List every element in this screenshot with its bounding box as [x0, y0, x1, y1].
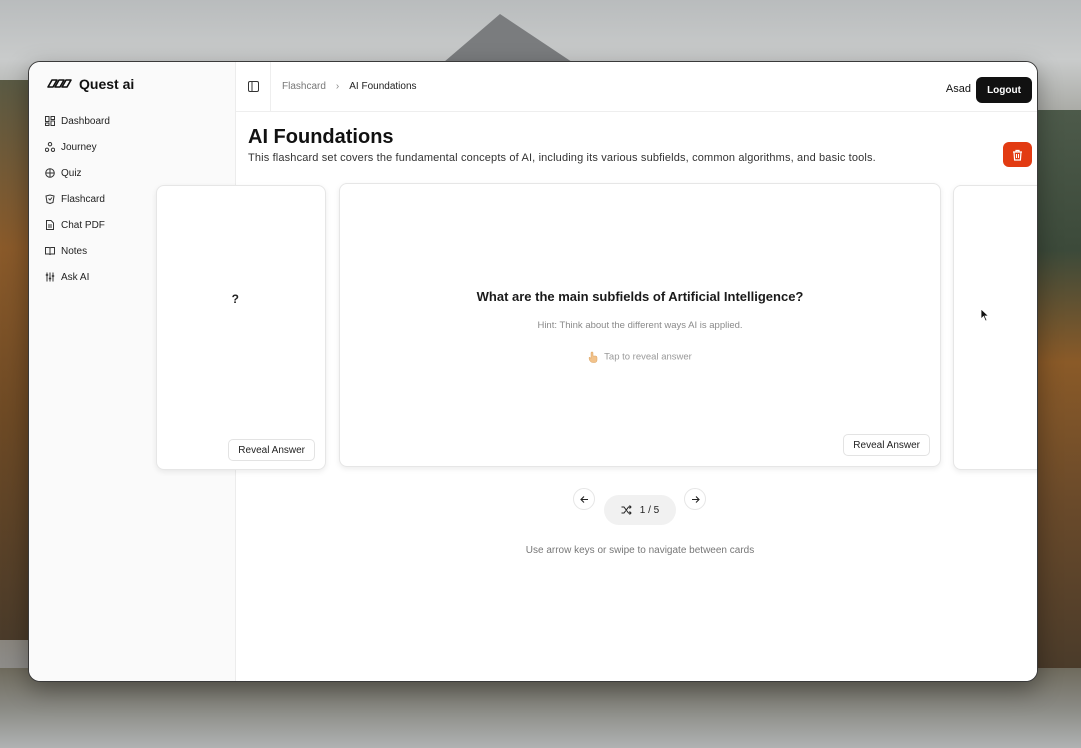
pointing-hand-icon [588, 351, 598, 363]
sidebar-item-journey[interactable]: Journey [45, 134, 225, 160]
trash-icon [1013, 149, 1022, 161]
infinity-logo-icon [47, 79, 72, 88]
sidebar-item-label: Flashcard [61, 193, 105, 205]
flashcard-hint: Hint: Think about the different ways AI … [537, 320, 743, 331]
mouse-cursor-icon [980, 308, 990, 322]
document-icon [45, 220, 55, 230]
journey-icon [45, 142, 55, 152]
sidebar-item-label: Ask AI [61, 271, 90, 283]
flashcard-next[interactable] [953, 185, 1037, 470]
brand[interactable]: Quest ai [45, 76, 134, 92]
navigation-help-text: Use arrow keys or swipe to navigate betw… [525, 545, 755, 556]
breadcrumb-parent[interactable]: Flashcard [282, 81, 326, 92]
app-window: Quest ai Dashboard Journey Quiz Flashcar… [28, 61, 1038, 682]
flashcard-previous[interactable]: ? Reveal Answer [156, 185, 326, 470]
card-counter: 1 / 5 [604, 495, 676, 525]
breadcrumb-current: AI Foundations [349, 81, 417, 92]
arrow-right-icon [691, 495, 700, 503]
app-name: Quest ai [79, 76, 135, 92]
sliders-icon [45, 272, 55, 282]
breadcrumb: Flashcard › AI Foundations [282, 81, 417, 92]
arrow-left-icon [579, 495, 588, 503]
quiz-icon [45, 168, 55, 178]
sidebar-item-label: Dashboard [61, 115, 110, 127]
flashcard-icon [45, 194, 55, 204]
main-content: Flashcard › AI Foundations Asad Logout A… [156, 62, 1037, 681]
background-trees-right [1033, 110, 1081, 670]
shuffle-icon[interactable] [621, 505, 632, 515]
previous-card-button[interactable] [573, 488, 595, 510]
user-name: Asad [945, 83, 971, 95]
sidebar-item-label: Journey [61, 141, 97, 153]
tap-to-reveal[interactable]: Tap to reveal answer [340, 351, 940, 363]
card-counter-text: 1 / 5 [639, 504, 660, 516]
flashcard-question: What are the main subfields of Artificia… [476, 289, 804, 304]
sidebar-item-label: Notes [61, 245, 88, 257]
sidebar-item-quiz[interactable]: Quiz [45, 160, 225, 186]
panel-left-icon [247, 81, 259, 92]
dashboard-icon [45, 116, 55, 126]
sidebar-item-dashboard[interactable]: Dashboard [45, 108, 225, 134]
question-fragment: ? [231, 292, 239, 306]
flashcard-current[interactable]: What are the main subfields of Artificia… [339, 183, 941, 467]
tap-to-reveal-label: Tap to reveal answer [604, 351, 692, 363]
page-description: This flashcard set covers the fundamenta… [248, 152, 876, 164]
chevron-right-icon: › [335, 81, 340, 92]
sidebar-toggle-button[interactable] [236, 62, 271, 112]
sidebar-item-label: Chat PDF [61, 219, 105, 231]
top-bar: Flashcard › AI Foundations Asad Logout [236, 62, 1037, 112]
logout-button[interactable]: Logout [976, 77, 1032, 103]
reveal-answer-button[interactable]: Reveal Answer [228, 439, 315, 461]
reveal-answer-button[interactable]: Reveal Answer [843, 434, 930, 456]
book-icon [45, 246, 55, 256]
delete-set-button[interactable] [1003, 142, 1032, 167]
sidebar-item-label: Quiz [61, 167, 82, 179]
next-card-button[interactable] [684, 488, 706, 510]
page-title: AI Foundations [248, 126, 394, 148]
